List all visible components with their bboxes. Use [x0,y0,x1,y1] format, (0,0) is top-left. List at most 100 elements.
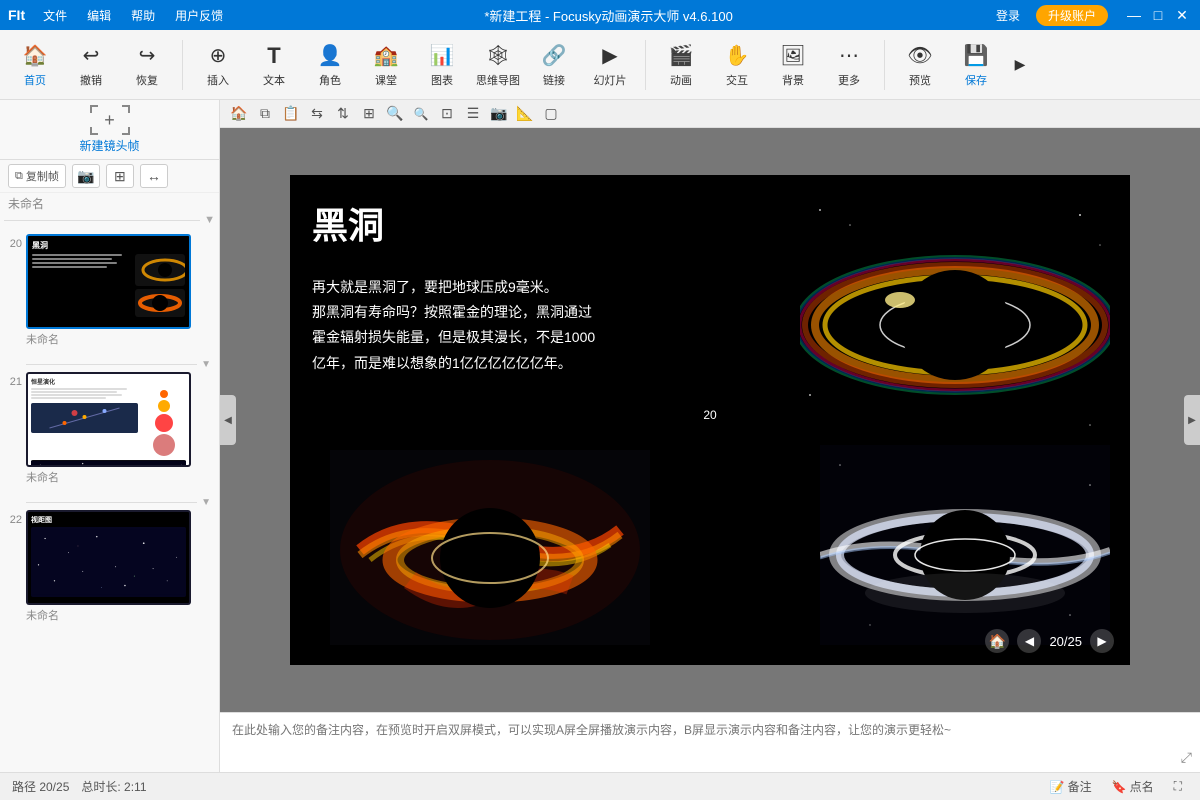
divider-line-top [4,220,200,221]
toolbar-save[interactable]: 💾 保存 [949,35,1003,95]
link-icon: 🔗 [540,42,568,70]
slide-thumb-22[interactable]: 视距图 [26,510,191,605]
divider-icon-21: ▼ [197,497,215,508]
collapse-icon-top[interactable]: ▼ [204,214,215,226]
rect-tool[interactable]: ▢ [540,103,562,125]
menu-help[interactable]: 帮助 [125,5,161,26]
toolbar-undo[interactable]: ↩ 撤销 [64,35,118,95]
canvas-wrapper[interactable]: ◀ 黑洞 再大就是黑洞了，要把地球压成9毫米。 那黑洞有寿命吗？按照霍金的理论，… [220,128,1200,712]
group-tool[interactable]: ⊞ [358,103,380,125]
page-indicator: 20/25 [1049,634,1082,649]
slide-divider-top: ▼ [0,214,219,230]
c1 [160,390,168,398]
toolbar-ppt[interactable]: ▶ 幻灯片 [583,35,637,95]
toolbar-text[interactable]: T 文本 [247,35,301,95]
measure-tool[interactable]: 📐 [514,103,536,125]
login-button[interactable]: 登录 [988,5,1028,26]
resize-button[interactable]: ↔ [140,164,168,188]
window-controls: — □ ✕ [1124,5,1192,25]
fit-tool[interactable]: ⊡ [436,103,458,125]
maximize-button[interactable]: □ [1148,5,1168,25]
upgrade-button[interactable]: 升级账户 [1036,5,1108,26]
paste-sec-tool[interactable]: 📋 [280,103,302,125]
t21-2 [31,391,117,393]
menu-file[interactable]: 文件 [37,5,73,26]
toolbar-interact[interactable]: ✋ 交互 [710,35,764,95]
plus-icon: + [104,110,115,131]
toolbar-role[interactable]: 👤 角色 [303,35,357,95]
toolbar-link[interactable]: 🔗 链接 [527,35,581,95]
slide-title[interactable]: 黑洞 [312,197,384,249]
redo-label: 恢复 [136,72,158,88]
flip-h-tool[interactable]: ⇆ [306,103,328,125]
grid-button[interactable]: ⊞ [106,164,134,188]
classroom-label: 课堂 [375,72,397,88]
copy-frame-button[interactable]: ⧉ 复制帧 [8,164,66,188]
new-frame-button[interactable]: + 新建镜头帧 [0,100,219,160]
toolbar-background[interactable]: 🖼 背景 [766,35,820,95]
notes-expand-button[interactable]: ⤢ [1181,749,1192,766]
titlebar: FIt 文件 编辑 帮助 用户反馈 *新建工程 - Focusky动画演示大师 … [0,0,1200,30]
next-page-btn[interactable]: ▶ [1090,629,1114,653]
total-pages: 25 [1068,634,1082,649]
slide-text-content[interactable]: 再大就是黑洞了，要把地球压成9毫米。 那黑洞有寿命吗？按照霍金的理论，黑洞通过 … [312,275,632,376]
thumb-imgs-20 [135,254,185,323]
bookmark-status-btn[interactable]: 🔖 点名 [1106,776,1160,797]
menu-edit[interactable]: 编辑 [81,5,117,26]
notes-input[interactable] [232,721,1188,764]
fullscreen-status-btn[interactable]: ⛶ [1168,777,1188,796]
new-frame-plus: + [90,105,130,135]
corner-bl [90,127,98,135]
thumb-body-20 [32,254,185,323]
path-indicator: 路径 20/25 [12,778,69,795]
preview-label: 预览 [909,72,931,88]
text-label: 文本 [263,72,285,88]
divider-21 [26,502,197,503]
undo-icon: ↩ [77,42,105,70]
zoom-in-tool[interactable]: 🔍 [384,103,406,125]
corner-tl [90,105,98,113]
collapse-left-panel[interactable]: ◀ [220,395,236,445]
animation-label: 动画 [670,72,692,88]
expand-right-panel[interactable]: ▶ [1184,395,1200,445]
arrange-tool[interactable]: ☰ [462,103,484,125]
toolbar-preview[interactable]: 👁 预览 [893,35,947,95]
toolbar-more[interactable]: ⋯ 更多 [822,35,876,95]
toolbar-nav-right[interactable]: ▶ [1005,35,1035,95]
toolbar-group-nav: 🏠 首页 ↩ 撤销 ↪ 恢复 [8,35,174,95]
menu-feedback[interactable]: 用户反馈 [169,5,229,26]
toolbar-classroom[interactable]: 🏫 课堂 [359,35,413,95]
slide-thumb-20[interactable]: 黑洞 [26,234,191,329]
toolbar-home[interactable]: 🏠 首页 [8,35,62,95]
fullscreen-icon: ⛶ [1174,779,1182,794]
slide-thumb-21[interactable]: 恒星演化 [26,372,191,467]
toolbar-mindmap[interactable]: 🕸 思维导图 [471,35,525,95]
copy-sec-tool[interactable]: ⧉ [254,103,276,125]
prev-page-btn[interactable]: ◀ [1017,629,1041,653]
thumb-content-20: 黑洞 [28,236,189,327]
notes-area: ⤢ [220,712,1200,772]
thumb-content-21: 恒星演化 [28,374,189,465]
slide-label-22: 未命名 [26,605,215,625]
more-icon: ⋯ [835,42,863,70]
toolbar-insert[interactable]: ⊕ 插入 [191,35,245,95]
toolbar-animation[interactable]: 🎬 动画 [654,35,708,95]
camera-button[interactable]: 📷 [72,164,100,188]
camera-sec-tool[interactable]: 📷 [488,103,510,125]
flip-v-tool[interactable]: ⇅ [332,103,354,125]
c2 [158,400,170,412]
toolbar-redo[interactable]: ↪ 恢复 [120,35,174,95]
toolbar-chart[interactable]: 📊 图表 [415,35,469,95]
slide-para-4: 亿年，而是难以想象的1亿亿亿亿亿亿年。 [312,355,572,371]
notes-status-btn[interactable]: 📝 备注 [1044,776,1098,797]
thumb21-right [141,388,186,456]
toolbar-sep-2 [645,40,646,90]
close-button[interactable]: ✕ [1172,5,1192,25]
home-sec-tool[interactable]: 🏠 [228,103,250,125]
home-canvas-btn[interactable]: 🏠 [985,629,1009,653]
statusbar-left: 路径 20/25 总时长: 2:11 [12,778,147,795]
zoom-out-tool[interactable]: 🔍 [410,103,432,125]
more-label: 更多 [838,72,860,88]
minimize-button[interactable]: — [1124,5,1144,25]
thumb-text-col-20 [32,254,132,323]
